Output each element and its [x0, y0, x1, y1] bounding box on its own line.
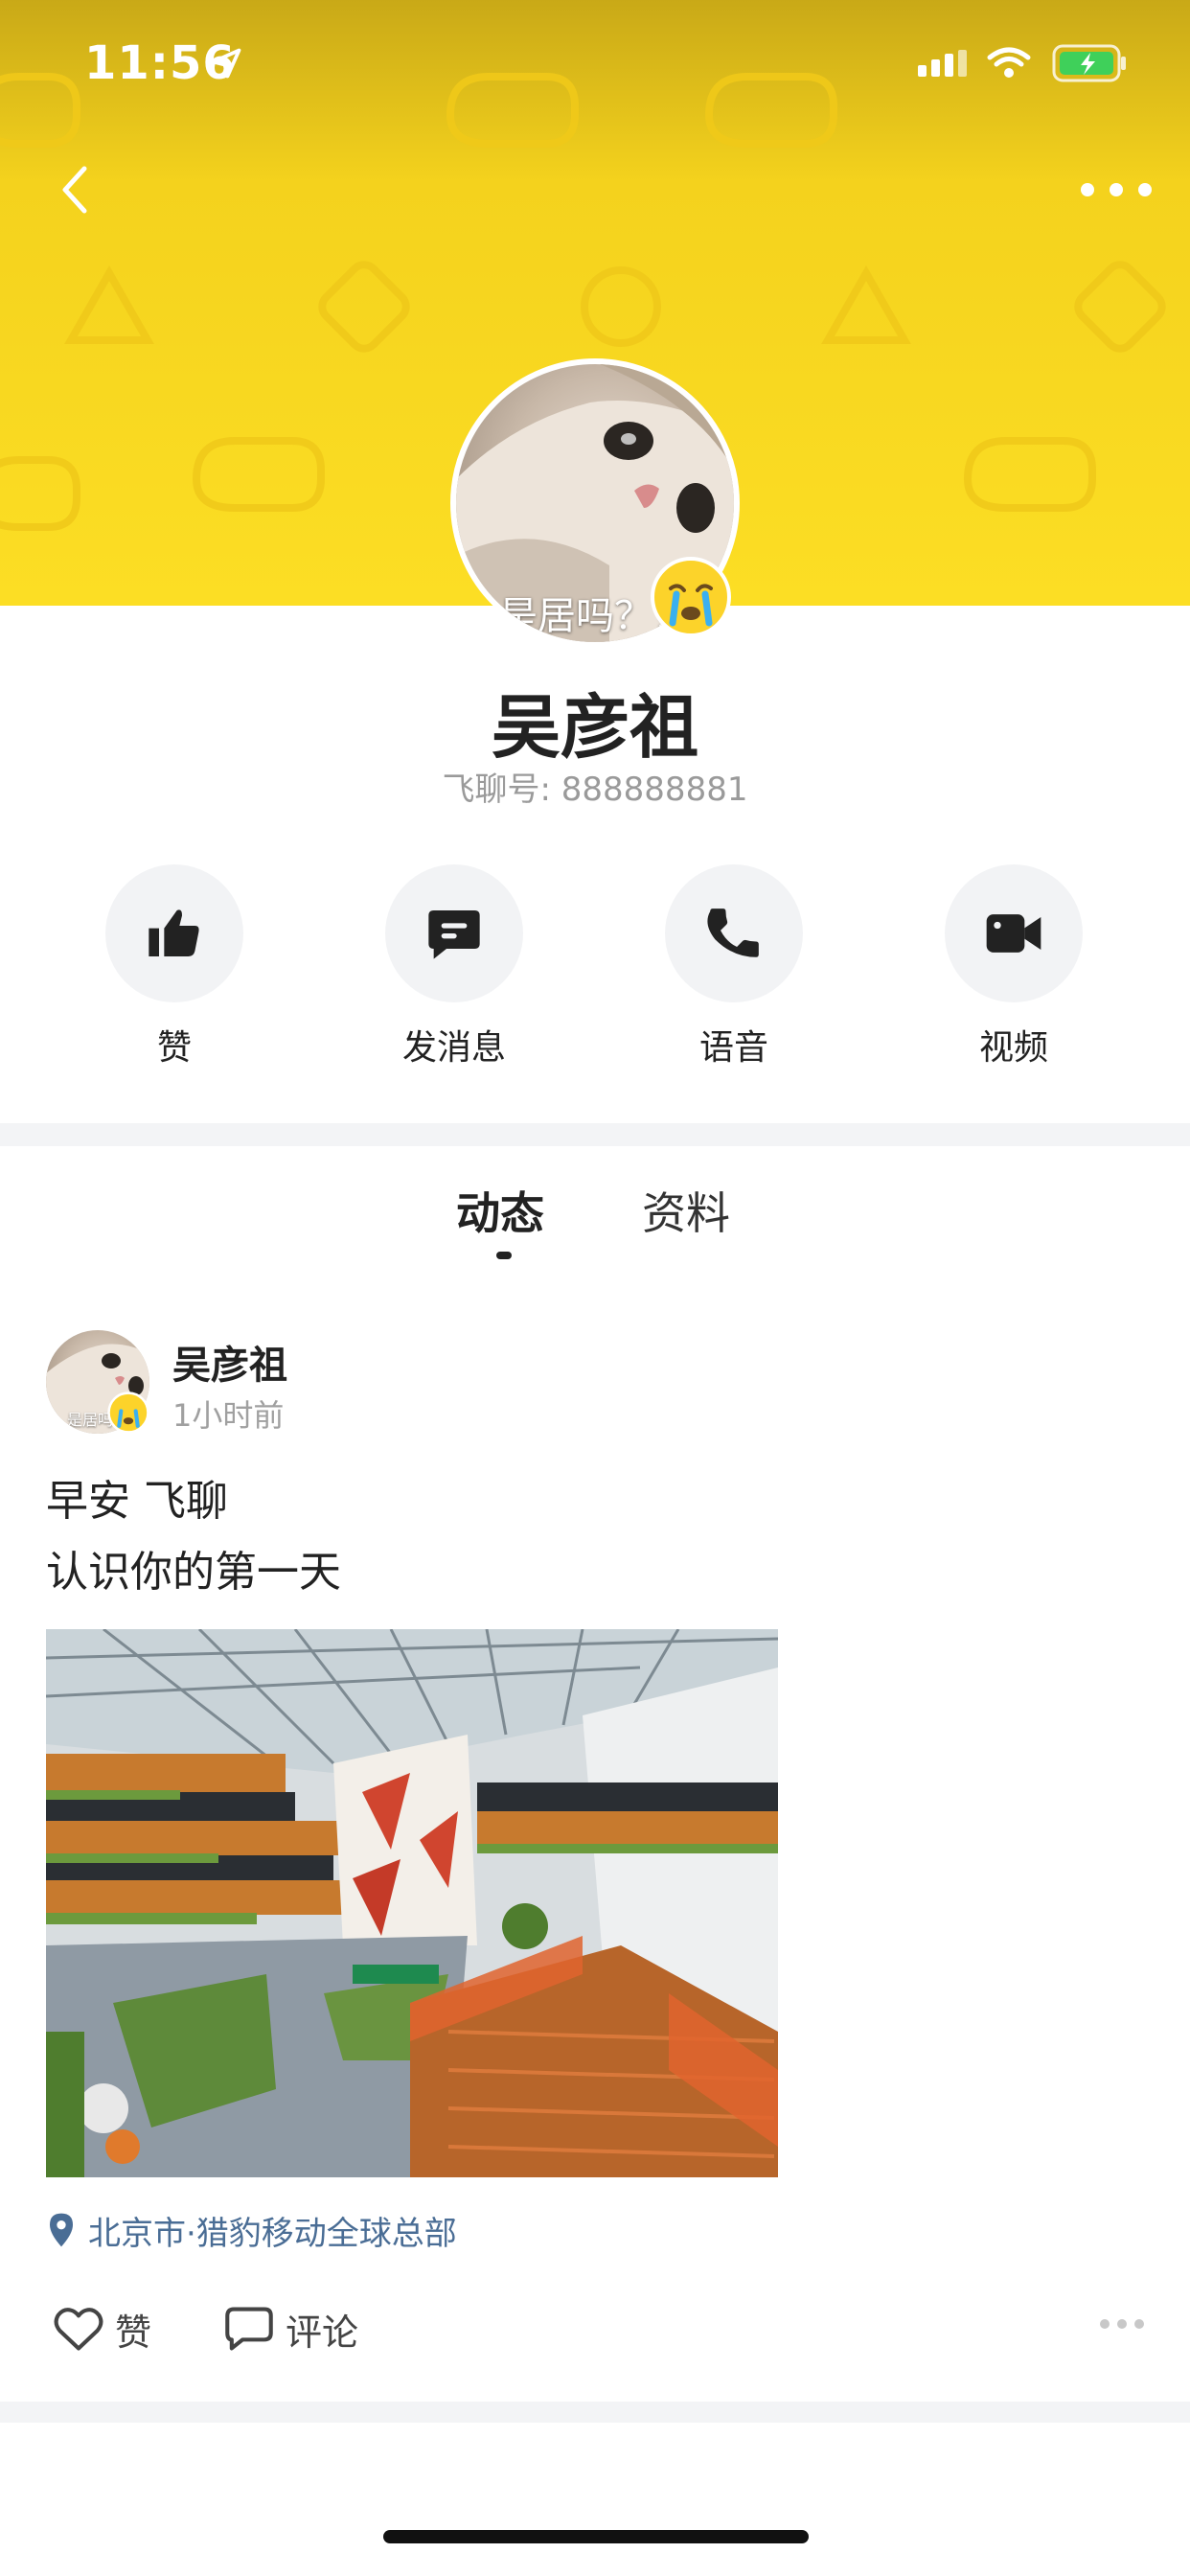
send-message-button[interactable]: 发消息: [358, 864, 550, 1070]
tab-profile-info[interactable]: 资料: [642, 1179, 730, 1242]
video-call-button[interactable]: 视频: [918, 864, 1110, 1070]
action-label: 语音: [698, 1028, 768, 1068]
comment-bubble-icon: [225, 2307, 273, 2351]
thumbs-up-icon: [149, 909, 199, 956]
tab-indicator: [496, 1252, 512, 1259]
post-text-line: 认识你的第一天: [46, 1548, 341, 1597]
post-more-options-icon[interactable]: [1098, 2317, 1146, 2331]
post-text-line: 早安 飞聊: [46, 1477, 228, 1526]
post-comment-button[interactable]: 评论: [222, 2300, 358, 2358]
action-label: 视频: [978, 1028, 1048, 1068]
office-atrium-photo: [46, 1629, 778, 2177]
action-label: 赞: [156, 1028, 192, 1068]
profile-id: 飞聊号: 888888881: [442, 770, 748, 809]
crying-emoji-icon: [651, 557, 731, 637]
location-text: 北京市·猎豹移动全球总部: [88, 2214, 457, 2253]
battery-charging-icon: [1052, 44, 1126, 82]
crying-emoji-icon: [107, 1392, 149, 1434]
action-label: 发消息: [401, 1028, 506, 1068]
post-timestamp: 1小时前: [172, 1397, 285, 1434]
action-row: 赞 发消息 语音 视频: [0, 864, 1190, 1075]
home-indicator[interactable]: [383, 2530, 809, 2543]
video-camera-icon: [986, 914, 1041, 953]
profile-name: 吴彦祖: [491, 687, 698, 768]
more-options-button[interactable]: [1073, 171, 1159, 209]
like-label: 赞: [115, 2311, 152, 2354]
like-profile-button[interactable]: 赞: [79, 864, 270, 1070]
heart-icon: [54, 2308, 103, 2351]
tab-bar: 动态 资料: [0, 1179, 1190, 1265]
location-pin-icon: [50, 2213, 73, 2247]
wifi-icon: [987, 47, 1031, 78]
location-arrow-icon: [211, 48, 241, 79]
message-icon: [428, 910, 480, 959]
voice-call-button[interactable]: 语音: [638, 864, 830, 1070]
section-divider: [0, 1123, 1190, 1146]
phone-icon: [707, 908, 759, 957]
status-bar: 11:56: [0, 0, 1190, 125]
signal-icon: [918, 50, 967, 77]
back-button[interactable]: [48, 161, 105, 218]
comment-label: 评论: [286, 2311, 359, 2354]
section-divider: [0, 2402, 1190, 2423]
post-location[interactable]: 北京市·猎豹移动全球总部: [46, 2206, 457, 2254]
post-text: 早安 飞聊 认识你的第一天: [46, 1466, 341, 1608]
tab-moments[interactable]: 动态: [456, 1179, 544, 1242]
post-author-name[interactable]: 吴彦祖: [172, 1334, 287, 1390]
post-photo[interactable]: [46, 1629, 778, 2177]
post-like-button[interactable]: 赞: [52, 2300, 151, 2358]
